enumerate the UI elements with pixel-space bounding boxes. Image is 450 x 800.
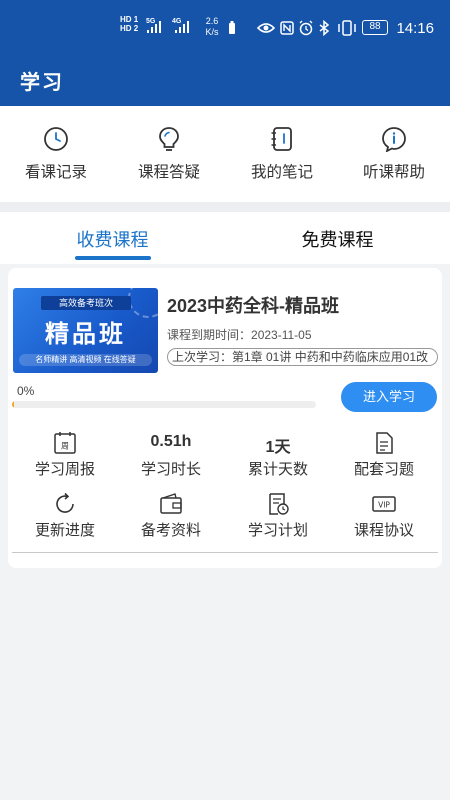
vibrate-icon [338,20,356,36]
info-icon [382,127,406,152]
quick-action-label: 我的笔记 [250,164,313,181]
app-header: HD 1 HD 2 5G 4G 2.6 K/s 88 14:16 学习 [0,0,450,106]
stat-label: 学习时长 [140,461,201,478]
plan-icon [269,493,289,515]
course-title[interactable]: 2023中药全科-精品班 [167,292,339,318]
course-agreement-button[interactable]: VIP 课程协议 [331,492,437,542]
study-plan-button[interactable]: 学习计划 [225,492,331,542]
banner-title: 精品班 [45,321,126,348]
vip-icon: VIP [372,496,396,512]
battery-saver-icon [229,21,235,34]
update-progress-button[interactable]: 更新进度 [12,492,118,542]
status-bar: HD 1 HD 2 5G 4G 2.6 K/s 88 14:16 [0,0,450,56]
section-gap [0,202,450,212]
quick-actions: 看课记录 课程答疑 我的笔记 听课帮助 [0,106,450,202]
lightbulb-icon [159,127,179,151]
sim-indicator: HD 1 HD 2 [120,15,138,33]
total-days-value: 1天 [265,439,291,456]
sim1-label: HD 1 [120,15,139,24]
progress-fill [12,401,14,408]
course-banner[interactable]: 高效备考班次 精品班 名师精讲 高清视频 在线答疑 [13,288,158,373]
net-b-label: 4G [172,18,182,25]
eye-icon [257,23,275,33]
listening-help-button[interactable]: 听课帮助 [338,106,450,202]
my-notes-button[interactable]: 我的笔记 [226,106,338,202]
signal-5g-icon: 5G [146,18,161,33]
speed-value: 2.6 [205,16,219,26]
signal-4g-icon: 4G [172,18,189,33]
expire-date: 2023-11-05 [251,328,312,342]
battery-icon: 88 [362,20,388,35]
alarm-icon [299,20,313,36]
card-divider [12,552,438,553]
banner-ribbon: 高效备考班次 [41,296,131,310]
network-speed: 2.6 K/s [201,16,223,38]
stat-label: 学习计划 [247,522,308,539]
last-study-badge[interactable]: 上次学习：第1章 01讲 中药和中药临床应用01改 [167,348,438,366]
weekly-report-button[interactable]: 周 学习周报 [12,431,118,481]
course-card: 高效备考班次 精品班 名师精讲 高清视频 在线答疑 2023中药全科-精品班 课… [8,268,442,568]
study-duration-stat: 0.51h 学习时长 [118,431,224,481]
net-a-label: 5G [146,18,156,25]
expire-label: 课程到期时间： [167,328,252,342]
stat-label: 学习周报 [34,461,95,478]
active-tab-indicator [75,256,151,260]
wallet-icon [160,493,182,514]
progress-bar [12,401,316,408]
nfc-icon [280,21,294,35]
clock-icon [44,127,68,151]
study-duration-value: 0.51h [150,433,192,450]
view-history-button[interactable]: 看课记录 [0,106,112,202]
status-time: 14:16 [396,20,434,37]
quick-action-label: 课程答疑 [137,164,200,181]
calendar-week-icon: 周 [54,432,76,454]
course-tabs: 收费课程 免费课程 [0,212,450,264]
quick-action-label: 看课记录 [24,164,87,181]
speed-unit: K/s [205,27,219,37]
stat-label: 课程协议 [353,522,414,539]
exercises-button[interactable]: 配套习题 [331,431,437,481]
course-expire: 课程到期时间：2023-11-05 [167,326,312,343]
banner-footer: 名师精讲 高清视频 在线答疑 [19,354,152,366]
sim2-label: HD 2 [120,24,139,33]
quick-action-label: 听课帮助 [362,164,425,181]
vip-label: VIP [378,501,390,510]
stat-label: 配套习题 [353,461,414,478]
battery-level: 88 [369,21,381,32]
calendar-week-label: 周 [61,442,69,451]
refresh-icon [56,492,74,513]
stat-label: 更新进度 [34,522,95,539]
tab-free-courses[interactable]: 免费课程 [225,226,450,252]
stat-label: 累计天数 [247,461,308,478]
total-days-stat: 1天 累计天数 [225,431,331,481]
bluetooth-icon [319,20,330,36]
course-qa-button[interactable]: 课程答疑 [113,106,225,202]
stat-label: 备考资料 [140,522,201,539]
tab-paid-courses[interactable]: 收费课程 [0,226,225,252]
document-icon [376,432,393,454]
enter-study-button[interactable]: 进入学习 [341,382,437,412]
page-title: 学习 [20,72,64,94]
study-materials-button[interactable]: 备考资料 [118,492,224,542]
notebook-icon [271,127,292,151]
progress-percent: 0% [17,384,35,398]
